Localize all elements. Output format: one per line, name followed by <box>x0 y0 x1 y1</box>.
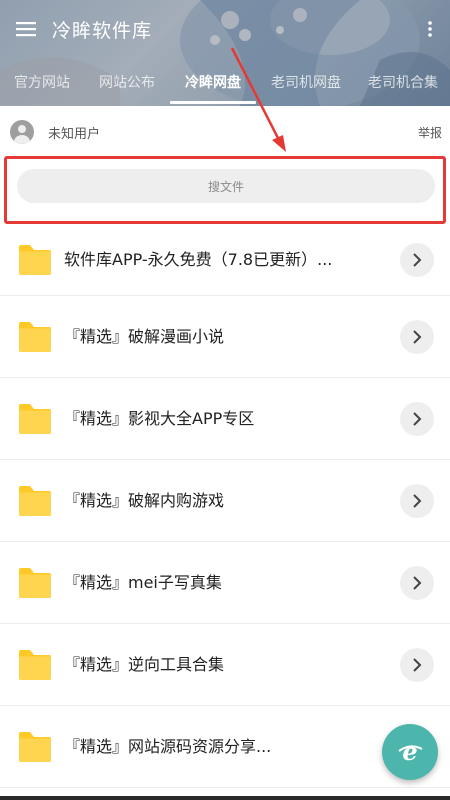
search-input[interactable]: 搜文件 <box>17 169 435 203</box>
folder-icon <box>19 649 51 680</box>
tab-driver-collection[interactable]: 老司机合集 <box>356 62 450 102</box>
tab-driver-netdisk[interactable]: 老司机网盘 <box>256 62 356 102</box>
tab-bar: 官方网站 网站公布 冷眸网盘 老司机网盘 老司机合集 <box>0 62 450 102</box>
list-item-title: 软件库APP-永久免费（7.8已更新）... <box>64 250 333 269</box>
folder-icon <box>19 321 51 352</box>
folder-icon <box>19 485 51 516</box>
list-item[interactable]: 软件库APP-永久免费（7.8已更新）... <box>0 224 450 296</box>
hamburger-menu-icon[interactable] <box>0 0 52 58</box>
list-item-title: 『精选』破解内购游戏 <box>64 491 225 510</box>
tab-official-site[interactable]: 官方网站 <box>0 62 84 102</box>
folder-icon <box>19 731 51 762</box>
folder-icon <box>19 567 51 598</box>
chevron-right-icon[interactable] <box>400 242 434 277</box>
list-item[interactable]: 『精选』破解内购游戏 <box>0 460 450 542</box>
active-tab-indicator <box>170 101 256 104</box>
header: 冷眸软件库 官方网站 网站公布 冷眸网盘 老司机网盘 老司机合集 <box>0 0 450 106</box>
chevron-right-icon[interactable] <box>400 565 434 600</box>
app-title: 冷眸软件库 <box>52 19 153 42</box>
top-bar: 冷眸软件库 <box>0 0 450 58</box>
chevron-right-icon[interactable] <box>400 647 434 682</box>
folder-icon <box>19 403 51 434</box>
list-item-title: 『精选』破解漫画小说 <box>64 327 225 346</box>
list-item-title: 『精选』影视大全APP专区 <box>64 409 255 428</box>
list-item[interactable]: 『精选』影视大全APP专区 <box>0 378 450 460</box>
chevron-right-icon[interactable] <box>400 483 434 518</box>
tab-site-announcement[interactable]: 网站公布 <box>84 62 170 102</box>
list-item-title: 『精选』逆向工具合集 <box>64 655 225 674</box>
report-link[interactable]: 举报 <box>418 124 442 141</box>
chevron-right-icon[interactable] <box>400 319 434 354</box>
list-item[interactable]: 『精选』mei子写真集 <box>0 542 450 624</box>
folder-icon <box>19 244 51 275</box>
tab-lengmou-netdisk[interactable]: 冷眸网盘 <box>170 62 256 102</box>
list-item[interactable]: 『精选』破解漫画小说 <box>0 296 450 378</box>
browser-e-icon[interactable]: e <box>382 724 438 780</box>
list-item-title: 『精选』mei子写真集 <box>64 573 222 592</box>
bottom-edge <box>0 796 450 800</box>
list-item-title: 『精选』网站源码资源分享... <box>64 737 272 756</box>
avatar[interactable] <box>10 120 34 144</box>
svg-text:e: e <box>402 737 417 766</box>
more-vert-icon[interactable] <box>422 17 438 41</box>
chevron-right-icon[interactable] <box>400 401 434 436</box>
username: 未知用户 <box>48 126 101 142</box>
file-list: 软件库APP-永久免费（7.8已更新）... 『精选』破解漫画小说 『精选』影视… <box>0 224 450 788</box>
list-item[interactable]: 『精选』逆向工具合集 <box>0 624 450 706</box>
user-row: 未知用户 举报 <box>0 112 450 152</box>
